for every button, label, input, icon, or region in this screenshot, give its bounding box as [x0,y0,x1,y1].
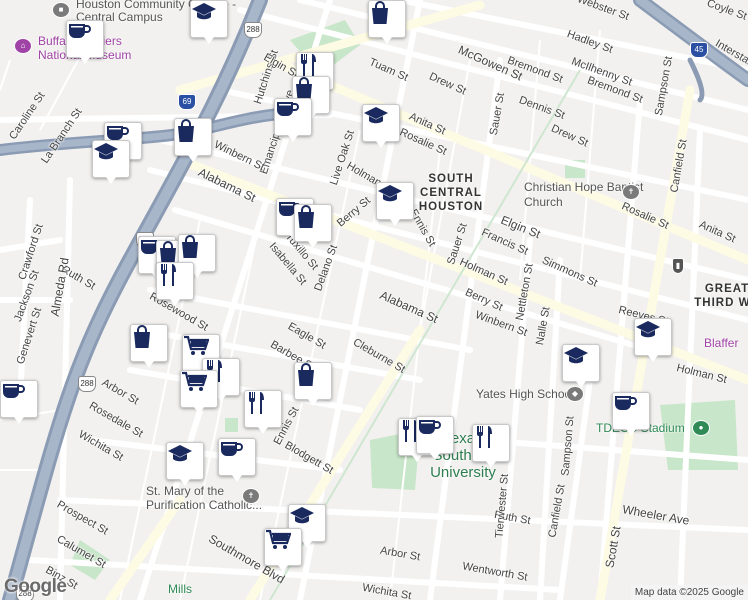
map-canvas[interactable]: Hutchins St Emancipation Ave Live Oak St… [0,0,748,600]
college-poi-icon: ■ [52,2,70,18]
marker-cafe-7[interactable] [612,392,650,436]
marker-restaurant-2[interactable] [156,262,194,306]
area-third-ward: GREATER THIRD WARD [694,283,748,309]
marker-school-1[interactable] [190,0,228,44]
marker-school-2[interactable] [362,104,400,148]
church-icon: ✝ [622,184,640,200]
marker-cart-2[interactable] [180,370,218,414]
marker-cafe-2[interactable] [274,98,312,142]
marker-school-4[interactable] [376,182,414,226]
poi-mills[interactable]: Mills [168,582,192,596]
church-icon: ✝ [242,488,260,504]
marker-shopping-7[interactable] [130,324,168,368]
museum-poi-icon: ⌂ [14,38,32,54]
transit-icon: ▮ [672,258,684,274]
map-attribution[interactable]: Map data ©2025 Google [630,585,748,600]
marker-school-7[interactable] [166,442,204,486]
marker-school-6[interactable] [634,318,672,362]
google-logo: Google [4,576,67,597]
marker-school-3[interactable] [92,140,130,184]
marker-shopping-1[interactable] [368,0,406,44]
marker-shopping-4[interactable] [294,204,332,248]
shield-45: 45 [690,42,708,58]
marker-cafe-9[interactable] [416,416,454,460]
marker-cafe-1[interactable] [66,20,104,64]
shield-288-w: 288 [78,376,96,392]
marker-cafe-6[interactable] [218,438,256,482]
marker-cart-3[interactable] [264,528,302,572]
stadium-poi-icon: ● [692,420,710,436]
marker-restaurant-4[interactable] [244,390,282,434]
marker-school-5[interactable] [562,344,600,388]
school-poi-icon: ◆ [566,386,584,402]
marker-shopping-8[interactable] [294,362,332,406]
shield-69: 69 [178,94,196,110]
poi-blaffer[interactable]: Blaffer [704,336,738,350]
shield-288-n: 288 [244,22,262,38]
poi-yates[interactable]: Yates High School [476,387,574,401]
marker-shopping-3[interactable] [174,118,212,162]
marker-restaurant-6[interactable] [472,424,510,468]
marker-cafe-8[interactable] [0,380,38,424]
